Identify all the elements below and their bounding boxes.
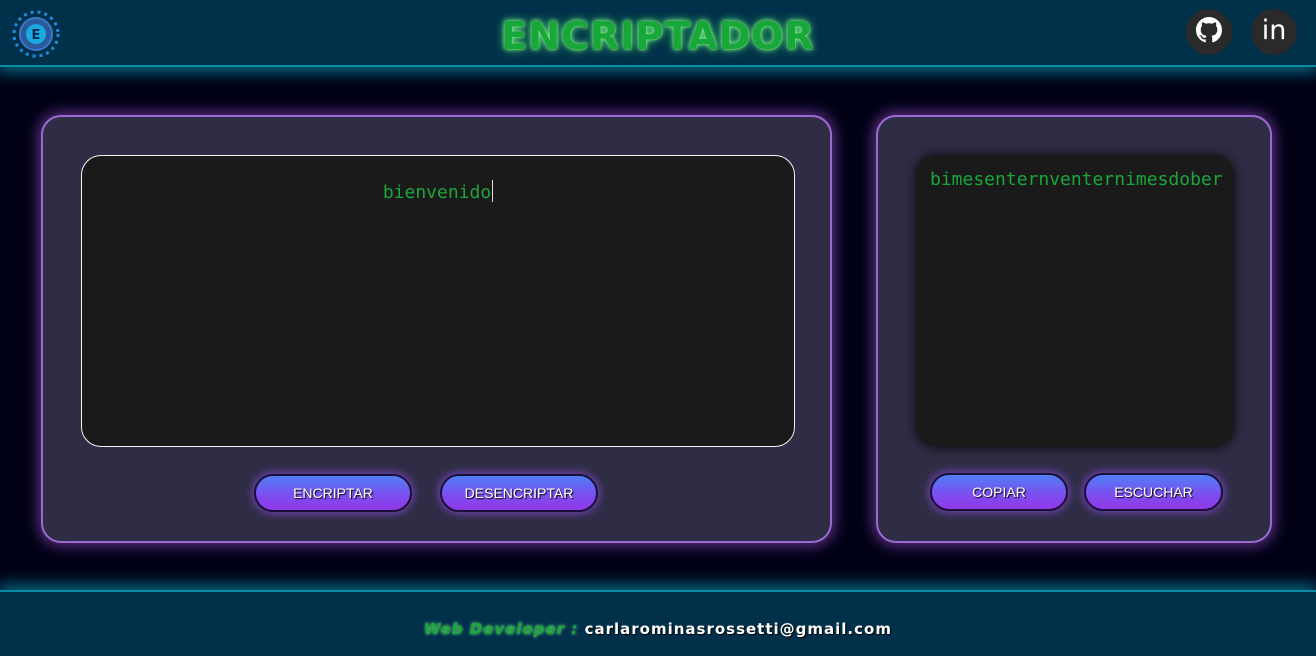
result-panel: bimesenternventernimesdober COPIAR ESCUC… bbox=[876, 115, 1272, 543]
footer-credits: Web Developer : carlarominasrossetti@gma… bbox=[0, 620, 1316, 638]
listen-button[interactable]: ESCUCHAR bbox=[1084, 473, 1223, 511]
encrypt-button[interactable]: ENCRIPTAR bbox=[254, 474, 412, 512]
linkedin-icon: in bbox=[1261, 14, 1287, 46]
developer-email[interactable]: carlarominasrossetti@gmail.com bbox=[585, 620, 892, 638]
result-output-text: bimesenternventernimesdober bbox=[930, 169, 1223, 190]
text-caret bbox=[492, 180, 494, 202]
github-link[interactable] bbox=[1186, 9, 1232, 55]
github-icon bbox=[1196, 16, 1222, 48]
developer-label: Web Developer : bbox=[424, 620, 579, 638]
message-input-value: bienvenido bbox=[382, 182, 492, 203]
message-input-text[interactable]: bienvenido bbox=[82, 180, 794, 203]
decrypt-button[interactable]: DESENCRIPTAR bbox=[440, 474, 598, 512]
result-output[interactable]: bimesenternventernimesdober bbox=[916, 155, 1234, 447]
copy-button[interactable]: COPIAR bbox=[930, 473, 1068, 511]
linkedin-link[interactable]: in bbox=[1251, 9, 1297, 55]
footer: Web Developer : carlarominasrossetti@gma… bbox=[0, 590, 1316, 656]
encrypt-panel: bienvenido ENCRIPTAR DESENCRIPTAR bbox=[41, 115, 832, 543]
message-input[interactable]: bienvenido bbox=[81, 155, 795, 447]
app-title: ENCRIPTADOR bbox=[501, 14, 815, 58]
header: E ENCRIPTADOR in bbox=[0, 0, 1316, 67]
